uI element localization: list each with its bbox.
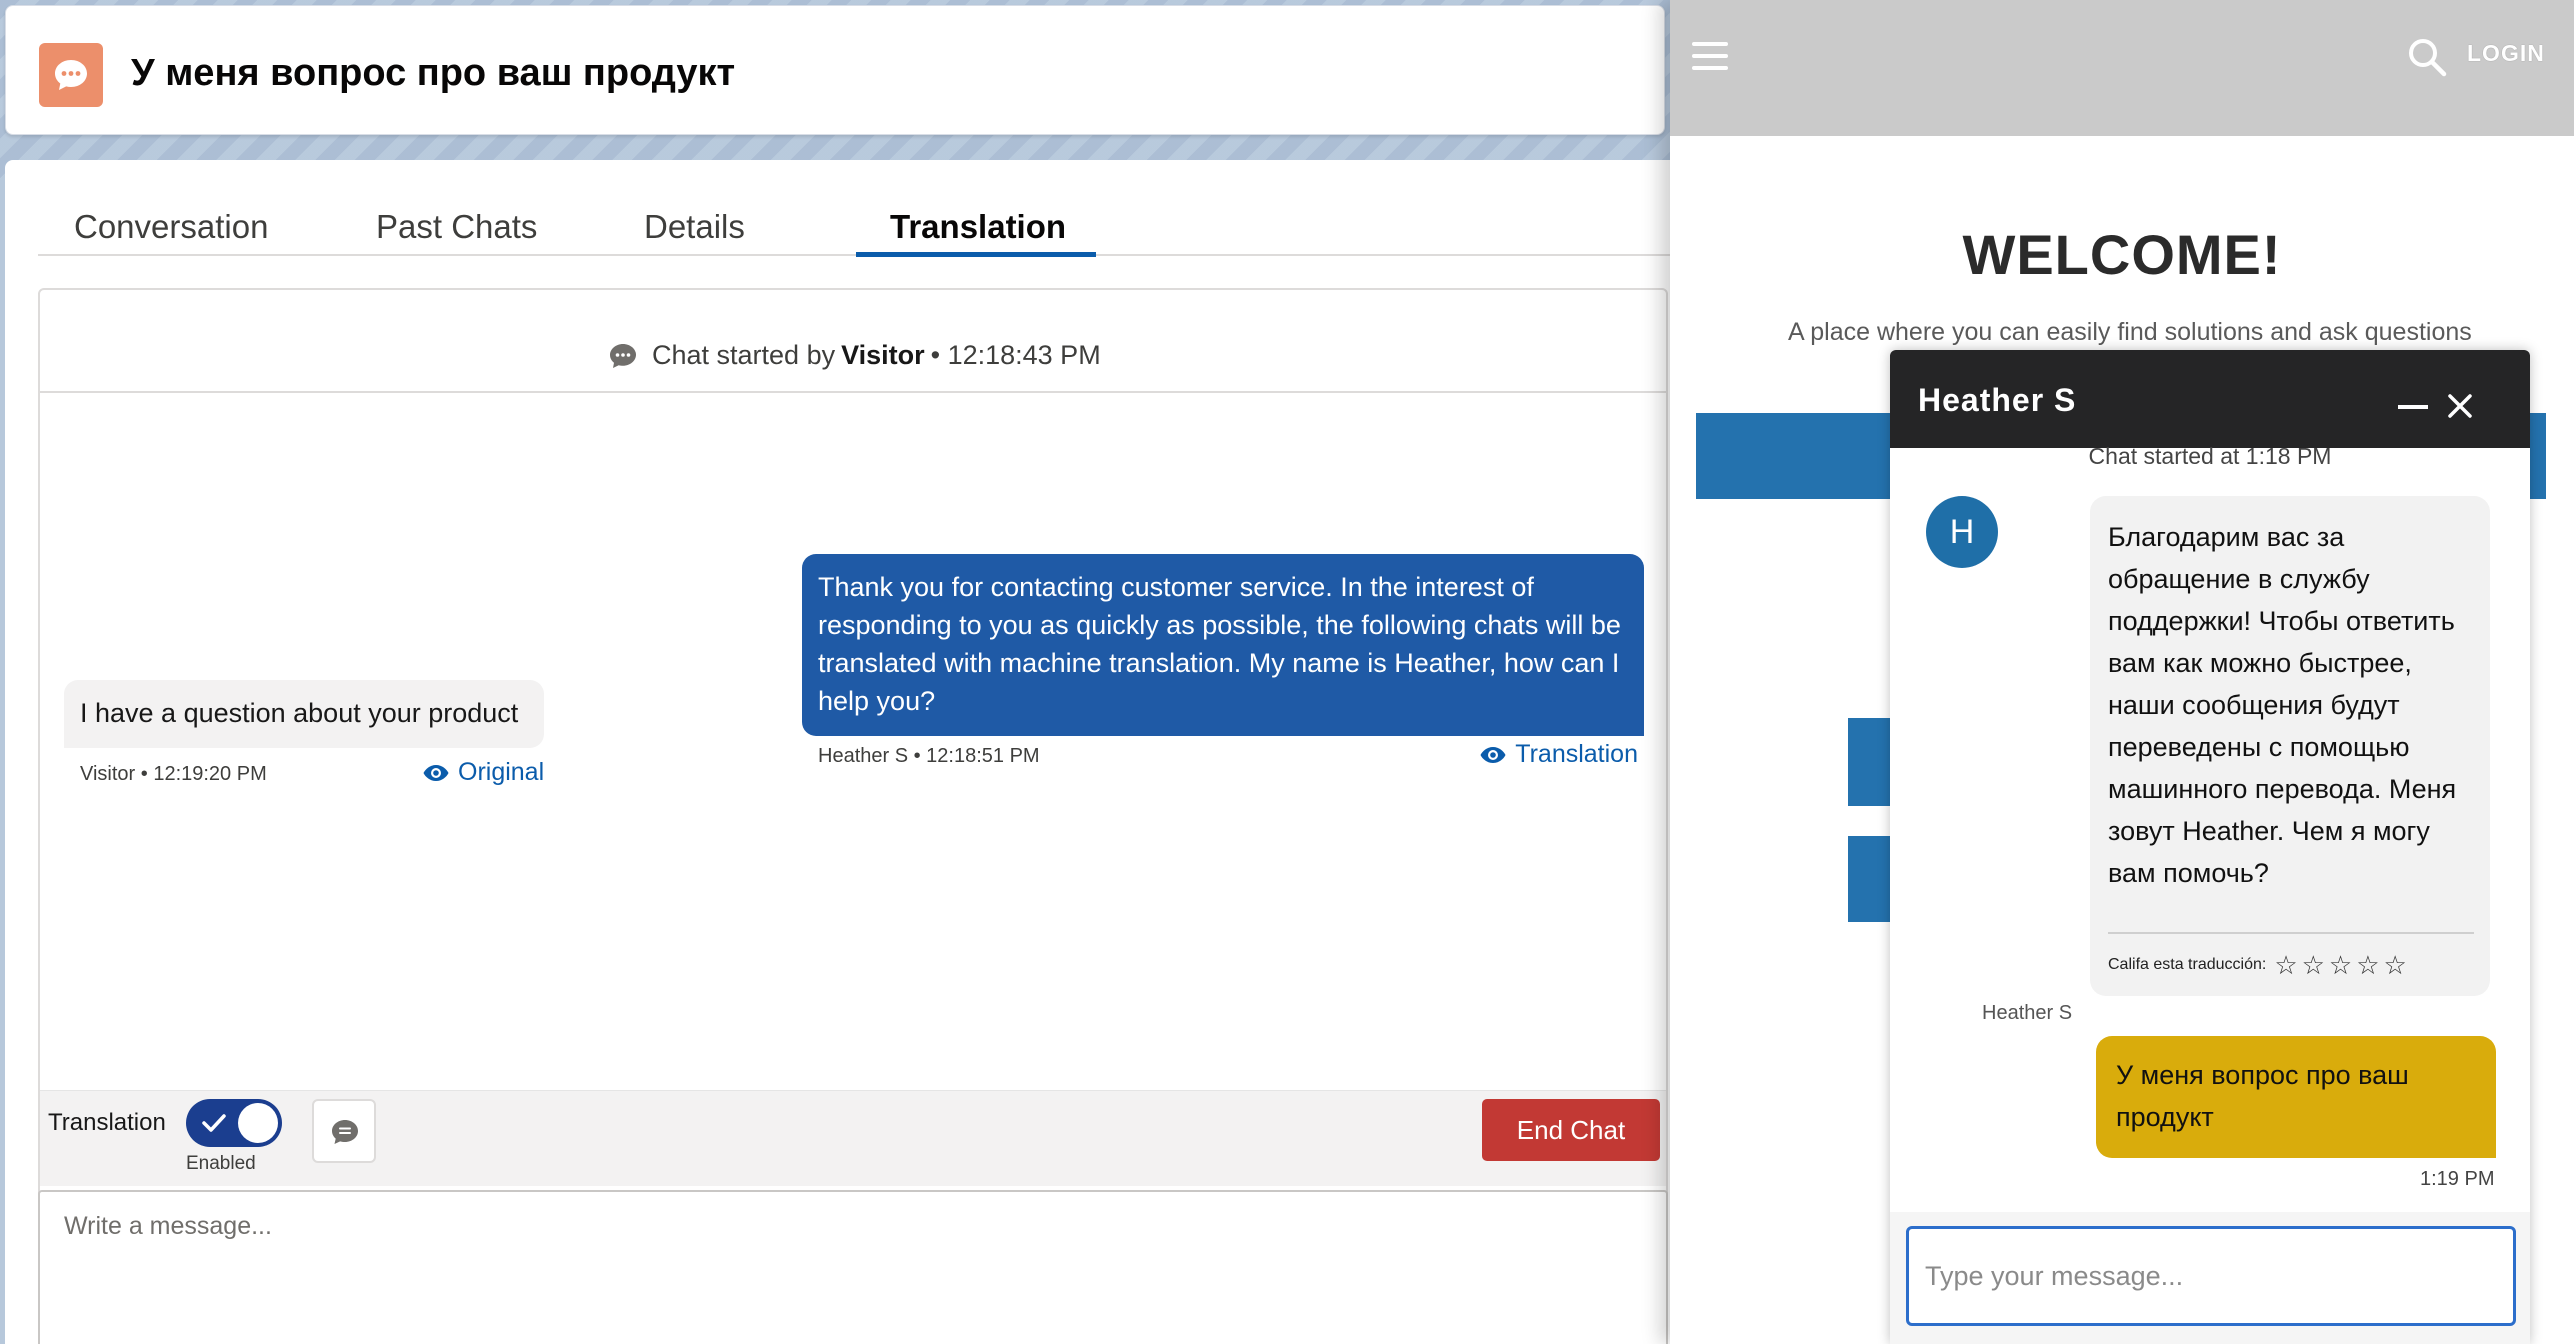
show-translation-label: Translation: [1515, 740, 1638, 768]
translation-toggle-state: Enabled: [186, 1153, 256, 1174]
menu-icon[interactable]: [1692, 42, 1728, 70]
widget-message-input[interactable]: [1906, 1226, 2516, 1326]
tab-details[interactable]: Details: [644, 208, 745, 246]
minimize-icon[interactable]: [2398, 405, 2428, 409]
chat-started-time: • 12:18:43 PM: [930, 340, 1101, 370]
widget-agent-message-text: Благодарим вас за обращение в службу под…: [2108, 522, 2457, 888]
record-title: У меня вопрос про ваш продукт: [131, 52, 736, 94]
record-header: У меня вопрос про ваш продукт: [5, 5, 1665, 135]
message-composer[interactable]: [38, 1190, 1668, 1344]
quick-text-button[interactable]: [312, 1099, 376, 1163]
tab-bar: Conversation Past Chats Details Translat…: [38, 180, 1670, 257]
eye-icon: [1480, 746, 1506, 763]
chat-widget-footer: [1890, 1212, 2530, 1344]
chat-started-prefix: Chat started by: [652, 340, 836, 370]
chat-widget-agent-name: Heather S: [1918, 382, 2077, 418]
toggle-knob: [238, 1103, 278, 1143]
translation-rating: Califa esta traducción: ☆☆☆☆☆: [2108, 932, 2474, 986]
tab-translation[interactable]: Translation: [890, 208, 1066, 246]
widget-agent-message: Благодарим вас за обращение в службу под…: [2090, 496, 2490, 996]
search-icon[interactable]: [2406, 36, 2448, 78]
eye-icon: [423, 764, 449, 781]
chat-bubble-icon: [610, 343, 636, 368]
rating-label: Califa esta traducción:: [2108, 956, 2267, 973]
chat-transcript: Chat started by Visitor • 12:18:43 PM Th…: [38, 288, 1668, 1344]
show-translation-link[interactable]: Translation: [1479, 740, 1638, 769]
show-original-label: Original: [458, 758, 545, 786]
widget-user-message: У меня вопрос про ваш продукт: [2096, 1036, 2496, 1158]
customer-website: LOGIN WELCOME! A place where you can eas…: [1670, 0, 2574, 1344]
check-icon: [202, 1114, 226, 1132]
show-original-link[interactable]: Original: [422, 758, 544, 787]
tab-past-chats[interactable]: Past Chats: [376, 208, 537, 246]
end-chat-button[interactable]: End Chat: [1482, 1099, 1660, 1161]
agent-avatar: H: [1926, 496, 1998, 568]
chat-record-icon: [39, 43, 103, 107]
agent-message: Thank you for contacting customer servic…: [802, 554, 1644, 736]
widget-user-message-time: 1:19 PM: [2420, 1168, 2495, 1190]
quick-text-icon: [332, 1120, 358, 1144]
active-tab-indicator: [856, 252, 1096, 257]
agent-message-meta: Heather S • 12:18:51 PM: [818, 745, 1040, 767]
chat-started-banner: Chat started by Visitor • 12:18:43 PM: [40, 290, 1666, 393]
translation-toggle-label: Translation: [48, 1109, 166, 1136]
rating-stars[interactable]: ☆☆☆☆☆: [2274, 944, 2411, 986]
login-link[interactable]: LOGIN: [2467, 40, 2545, 67]
translation-toggle[interactable]: [186, 1099, 282, 1147]
agent-console: У меня вопрос про ваш продукт Conversati…: [0, 0, 1670, 1344]
message-sender-name: Heather S: [1982, 1002, 2073, 1024]
chat-widget: Heather S Chat started at 1:18 PM H Благ…: [1890, 350, 2530, 1344]
close-icon[interactable]: [2446, 392, 2474, 420]
tab-conversation[interactable]: Conversation: [74, 208, 268, 246]
visitor-message: I have a question about your product: [64, 680, 544, 748]
chat-started-by: Visitor: [841, 340, 925, 370]
welcome-heading: WELCOME!: [1962, 223, 2282, 286]
chat-widget-header: Heather S: [1890, 350, 2530, 448]
site-top-bar: LOGIN: [1670, 0, 2574, 136]
main-panel: Conversation Past Chats Details Translat…: [5, 160, 1670, 1344]
chat-toolbar: Translation Enabled End Chat: [40, 1090, 1666, 1186]
visitor-message-meta: Visitor • 12:19:20 PM: [80, 763, 267, 785]
site-tagline: A place where you can easily find soluti…: [1788, 318, 2472, 346]
chat-started-time: Chat started at 1:18 PM: [2088, 443, 2332, 469]
